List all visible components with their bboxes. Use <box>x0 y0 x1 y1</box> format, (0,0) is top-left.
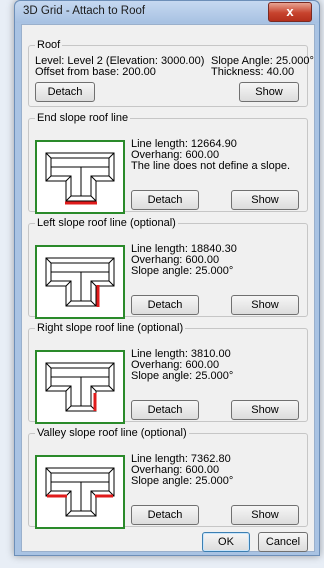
valley-slope-detach-button[interactable]: Detach <box>131 505 199 525</box>
ok-button[interactable]: OK <box>202 532 250 552</box>
left-slope-group: Left slope roof line (optional) Line len… <box>28 217 308 319</box>
roof-group: Roof Level: Level 2 (Elevation: 3000.00)… <box>28 39 314 107</box>
right-slope-detach-button[interactable]: Detach <box>131 400 199 420</box>
roof-detach-button[interactable]: Detach <box>35 82 95 102</box>
left-slope-angle: Slope angle: 25.000° <box>131 265 234 277</box>
roof-plan-icon <box>45 257 115 307</box>
valley-slope-label: Valley slope roof line (optional) <box>37 427 187 439</box>
valley-slope-thumbnail <box>35 455 125 529</box>
left-slope-label: Left slope roof line (optional) <box>37 217 176 229</box>
end-slope-thumbnail <box>35 140 125 214</box>
cancel-button[interactable]: Cancel <box>258 532 308 552</box>
right-slope-show-button[interactable]: Show <box>231 400 299 420</box>
roof-show-button[interactable]: Show <box>239 82 299 102</box>
window-title: 3D Grid - Attach to Roof <box>23 5 146 17</box>
right-slope-group: Right slope roof line (optional) Line le… <box>28 322 308 424</box>
roof-group-label: Roof <box>37 39 61 51</box>
dialog-window: 3D Grid - Attach to Roof x Roof Level: L… <box>14 0 320 556</box>
right-slope-label: Right slope roof line (optional) <box>37 322 184 334</box>
end-slope-detach-button[interactable]: Detach <box>131 190 199 210</box>
right-slope-angle: Slope angle: 25.000° <box>131 370 234 382</box>
right-slope-thumbnail <box>35 350 125 424</box>
end-slope-label: End slope roof line <box>37 112 129 124</box>
end-slope-group: End slope roof line Line length: 12664.9… <box>28 112 308 214</box>
close-button[interactable]: x <box>268 2 312 22</box>
dialog-body: Roof Level: Level 2 (Elevation: 3000.00)… <box>21 24 315 552</box>
roof-thickness: Thickness: 40.00 <box>211 66 295 78</box>
close-icon: x <box>286 4 294 19</box>
title-bar[interactable]: 3D Grid - Attach to Roof x <box>15 1 319 23</box>
roof-plan-icon <box>45 362 115 412</box>
valley-slope-group: Valley slope roof line (optional) Line l… <box>28 427 308 529</box>
left-slope-detach-button[interactable]: Detach <box>131 295 199 315</box>
end-slope-show-button[interactable]: Show <box>231 190 299 210</box>
roof-offset: Offset from base: 200.00 <box>35 66 156 78</box>
valley-slope-show-button[interactable]: Show <box>231 505 299 525</box>
left-slope-show-button[interactable]: Show <box>231 295 299 315</box>
roof-plan-icon <box>45 152 115 205</box>
roof-plan-icon <box>45 467 115 517</box>
end-slope-note: The line does not define a slope. <box>131 160 291 172</box>
valley-slope-angle: Slope angle: 25.000° <box>131 475 234 487</box>
left-slope-thumbnail <box>35 245 125 319</box>
